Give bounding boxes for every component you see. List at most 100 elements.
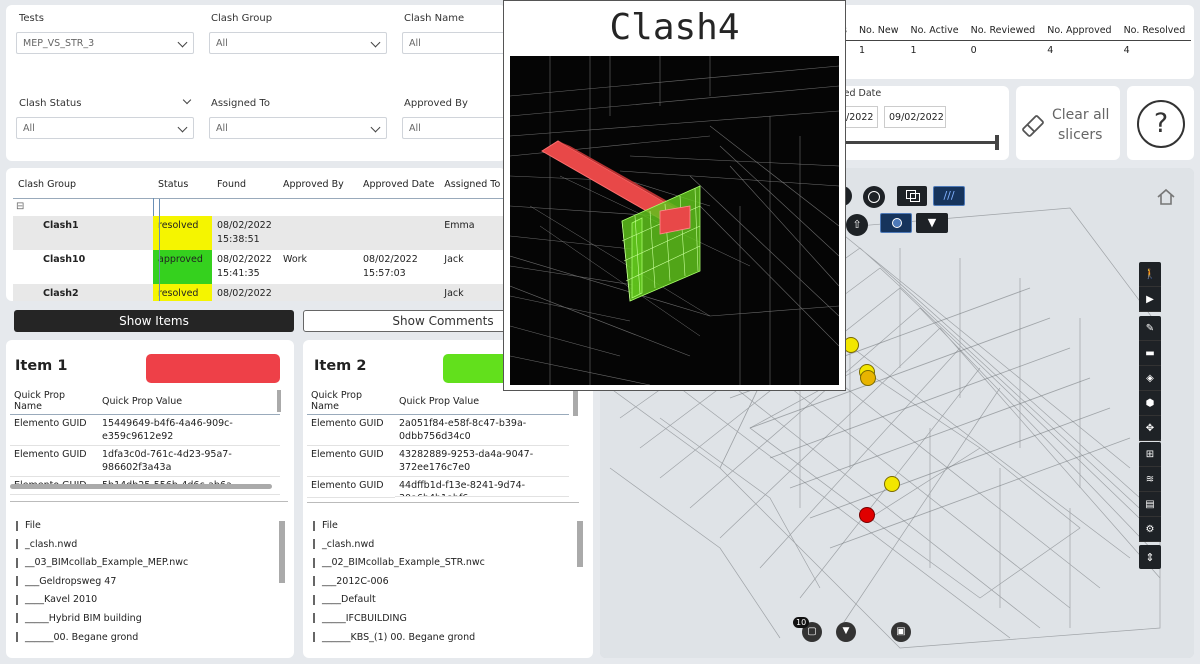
stack-icon[interactable]: ◈ [1139, 366, 1161, 391]
pencil-icon[interactable]: ✎ [1139, 316, 1161, 341]
item2-props-vscroll[interactable] [573, 390, 578, 416]
clash-group-label: Clash Group [211, 13, 273, 24]
clash-name-dropdown[interactable]: All [402, 32, 506, 54]
stats-header: No. New [852, 21, 905, 41]
approved-by-dropdown[interactable]: All [402, 117, 506, 139]
table-row[interactable]: Elemento GUID 43282889-9253-da4a-9047- 37… [307, 445, 569, 477]
collapse-toggle[interactable]: ⊟ [13, 198, 153, 216]
save-icon[interactable]: ▣ [891, 622, 911, 642]
approved-date-cell: 08/02/2022 15:57:03 [358, 250, 440, 284]
xray-icon[interactable]: /// [933, 186, 965, 206]
assigned-cell: Emma [439, 216, 506, 250]
tree-node[interactable]: ___2012C-006 [313, 573, 485, 592]
clash-status-label: Clash Status [19, 98, 82, 109]
eraser-icon [1022, 115, 1044, 137]
tree-node[interactable]: ______KBS_(1) 00. Begane grond [313, 629, 485, 648]
clash-preview-image [510, 56, 839, 385]
chevron-down-icon [370, 122, 381, 133]
clear-all-slicers-button[interactable]: Clear all slicers [1016, 86, 1120, 160]
quick-prop-name-header[interactable]: Quick Prop Name [10, 388, 98, 415]
date-range-track [838, 141, 998, 144]
expand-icon[interactable]: ⇕ [1139, 545, 1161, 569]
col-approved-date[interactable]: Approved Date [358, 172, 439, 198]
radio-icon[interactable] [880, 213, 912, 233]
clash-status-dropdown[interactable]: All [16, 117, 194, 139]
quick-prop-value-header[interactable]: Quick Prop Value [98, 388, 280, 415]
quick-prop-value-header[interactable]: Quick Prop Value [395, 388, 569, 415]
prop-name: Elemento GUID [307, 445, 395, 477]
item1-tree-vscroll[interactable] [279, 521, 285, 583]
tree-node[interactable]: ______00. Begane grond [16, 629, 188, 648]
explode-icon[interactable]: ✥ [1139, 416, 1161, 441]
filter-panel: Tests MEP_VS_STR_3 Clash Group All Clash… [6, 5, 506, 161]
table-row[interactable]: Elemento GUID44dffb1d-f13e-8241-9d74- 30… [307, 476, 569, 498]
tree-node[interactable]: _clash.nwd [16, 536, 188, 555]
clear-filter-icon[interactable]: ▼ [836, 622, 856, 642]
table-row[interactable]: Elemento GUID 15449649-b4f6-4a46-909c- e3… [10, 414, 280, 446]
clash-group-dropdown[interactable]: All [209, 32, 387, 54]
tree-node[interactable]: ____Kavel 2010 [16, 591, 188, 610]
table-row[interactable]: Clash2 resolved 08/02/2022 15:38:51 Jack [13, 284, 506, 301]
date-range-handle[interactable] [995, 135, 999, 150]
assigned-to-dropdown[interactable]: All [209, 117, 387, 139]
table-row[interactable]: Clash10 approved 08/02/2022 15:41:35 Wor… [13, 250, 506, 284]
prop-value: 15449649-b4f6-4a46-909c- e359c9612e92 [98, 414, 280, 446]
clash-marker[interactable] [884, 476, 900, 492]
filter-icon[interactable]: ▼ [916, 213, 948, 233]
tree-node[interactable]: _clash.nwd [313, 536, 485, 555]
settings-icon[interactable]: ⚙ [1139, 517, 1161, 542]
tree-node[interactable]: _____IFCBUILDING [313, 610, 485, 629]
stats-header: No. Approved [1041, 21, 1118, 41]
tree-node[interactable]: ____Default [313, 591, 485, 610]
layers-icon[interactable]: ≋ [1139, 467, 1161, 492]
tests-dropdown[interactable]: MEP_VS_STR_3 [16, 32, 194, 54]
camera-icon[interactable]: ▶ [1139, 287, 1161, 312]
home-icon[interactable] [1156, 188, 1176, 206]
clash-marker[interactable] [860, 370, 876, 386]
item1-props-hscroll[interactable] [10, 484, 272, 489]
tree-node[interactable]: _____Hybrid BIM building [16, 610, 188, 629]
tree-node[interactable]: File [313, 517, 485, 536]
quick-prop-name-header[interactable]: Quick Prop Name [307, 388, 395, 415]
tests-value: MEP_VS_STR_3 [23, 38, 95, 49]
tree-node[interactable]: ___Geldropsweg 47 [16, 573, 188, 592]
tree-node[interactable]: __03_BIMcollab_Example_MEP.nwc [16, 554, 188, 573]
target-icon[interactable] [863, 186, 885, 208]
upload-icon[interactable]: ⇧ [846, 214, 868, 236]
tests-label: Tests [19, 13, 44, 24]
tree-node[interactable]: __02_BIMcollab_Example_STR.nwc [313, 554, 485, 573]
tree-node-label: __03_BIMcollab_Example_MEP.nwc [25, 557, 189, 569]
clear-slicers-label-1: Clear all [1052, 107, 1110, 123]
item1-props-vscroll[interactable] [277, 390, 281, 412]
tree-node-label: ______00. Begane grond [25, 631, 139, 643]
clash-marker[interactable] [859, 507, 875, 523]
tree-icon[interactable]: ⊞ [1139, 442, 1161, 467]
prop-value: 43282889-9253-da4a-9047- 372ee176c7e0 [395, 445, 569, 477]
chevron-down-icon[interactable] [182, 95, 192, 105]
clash-table: Clash Group Status Found Approved By App… [13, 172, 506, 301]
table-row[interactable]: Clash1 resolved 08/02/2022 15:38:51 Emma [13, 216, 506, 250]
item1-title: Item 1 [15, 358, 68, 374]
item2-divider [307, 502, 579, 503]
col-clash-group[interactable]: Clash Group [13, 172, 153, 198]
col-assigned-to[interactable]: Assigned To [439, 172, 506, 198]
found-cell: 08/02/2022 15:38:51 [212, 216, 278, 250]
walk-icon[interactable]: 🚶 [1139, 262, 1161, 287]
table-row[interactable]: Elemento GUID 1dfa3c0d-761c-4d23-95a7- 98… [10, 445, 280, 477]
help-button[interactable]: ? [1127, 86, 1194, 160]
col-found[interactable]: Found [212, 172, 278, 198]
show-items-button[interactable]: Show Items [14, 310, 294, 332]
properties-icon[interactable]: ▤ [1139, 492, 1161, 517]
folder-icon[interactable]: ▬ [1139, 341, 1161, 366]
approved-by-cell [278, 284, 358, 301]
col-approved-by[interactable]: Approved By [278, 172, 358, 198]
item2-tree-vscroll[interactable] [577, 521, 583, 567]
table-row[interactable]: Elemento GUID 2a051f84-e58f-8c47-b39a- 0d… [307, 414, 569, 446]
layers-toggle-icon[interactable] [897, 186, 927, 206]
col-status[interactable]: Status [153, 172, 212, 198]
tree-node[interactable]: File [16, 517, 188, 536]
cube-icon[interactable]: ⬢ [1139, 391, 1161, 416]
item2-color-swatch [443, 354, 509, 383]
date-end-input[interactable]: 09/02/2022 [884, 106, 946, 128]
stats-value: 0 [970, 45, 977, 56]
